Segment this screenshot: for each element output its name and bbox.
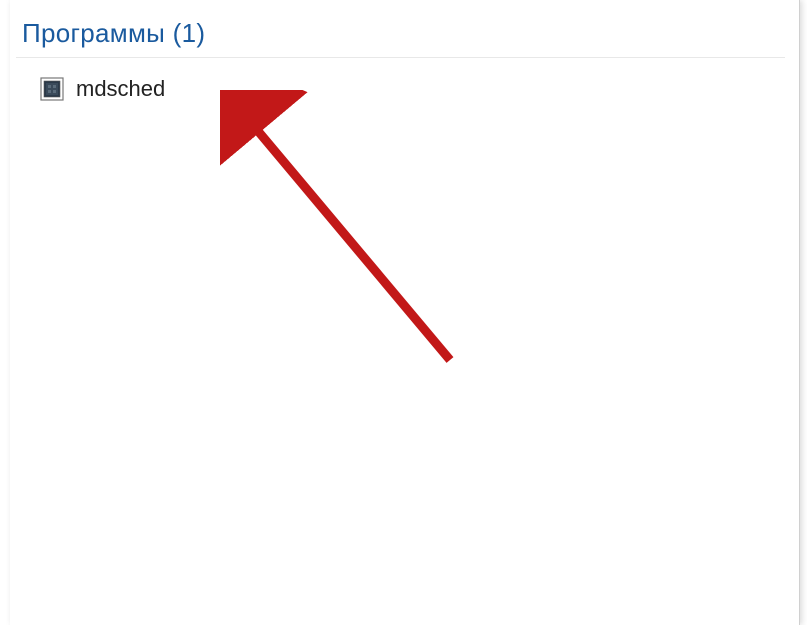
result-item-label: mdsched — [76, 76, 165, 102]
result-item-mdsched[interactable]: mdsched — [10, 72, 799, 106]
memory-diagnostic-icon — [40, 77, 64, 101]
search-results-panel: Программы (1) mdsched — [10, 0, 800, 625]
section-header-programs: Программы (1) — [16, 18, 785, 58]
